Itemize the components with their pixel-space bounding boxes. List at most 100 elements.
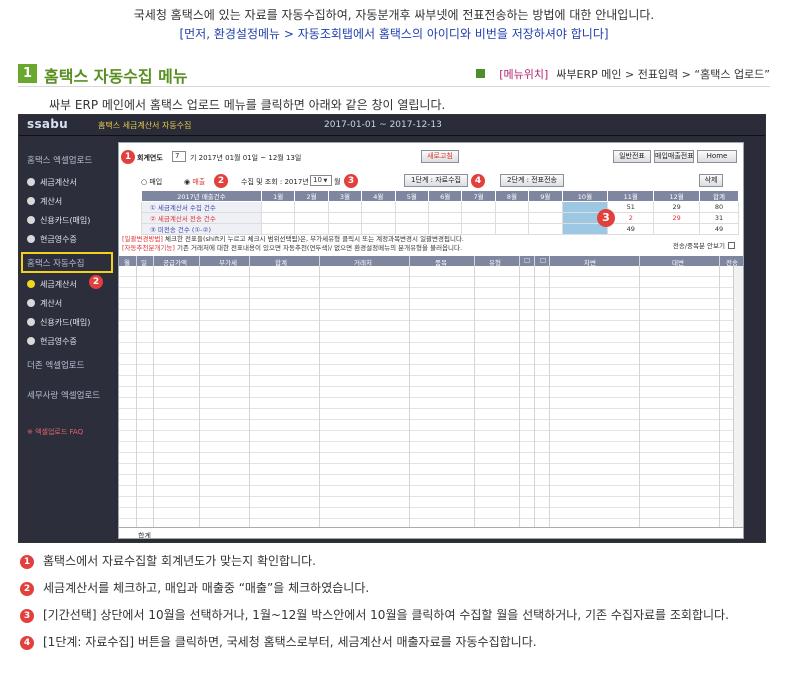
summary-cell[interactable] — [394, 223, 429, 235]
summary-cell[interactable] — [528, 201, 563, 213]
sidebar-faq-link[interactable]: ※ 엑셀업로드 FAQ — [27, 427, 83, 437]
grid-header-checkbox-icon[interactable]: ☐ — [524, 257, 530, 265]
data-grid[interactable] — [119, 266, 743, 527]
sidebar-item-excel-invoice[interactable]: 계산서 — [27, 196, 62, 207]
month-header[interactable]: 8월 — [494, 190, 530, 202]
vertical-scrollbar[interactable] — [733, 266, 743, 527]
month-header: 합계 — [699, 190, 739, 202]
checkbox-icon[interactable] — [728, 242, 735, 249]
summary-cell[interactable] — [327, 201, 363, 213]
summary-cell[interactable] — [653, 223, 700, 235]
grid-divider — [549, 256, 550, 527]
summary-cell[interactable] — [361, 212, 396, 224]
month-header[interactable]: 4월 — [361, 190, 396, 202]
summary-cell[interactable] — [260, 201, 296, 213]
general-voucher-button[interactable]: 일반전표 — [613, 150, 651, 163]
summary-cell[interactable] — [327, 212, 363, 224]
month-header[interactable]: 12월 — [653, 190, 700, 202]
summary-cell[interactable]: 49 — [607, 223, 655, 235]
month-header[interactable]: 10월 — [561, 190, 609, 202]
sidebar-item-auto-cash-receipt[interactable]: 현금영수증 — [27, 336, 77, 347]
summary-cell[interactable] — [294, 223, 329, 235]
purchase-sales-voucher-button[interactable]: 매입매출전표 — [654, 150, 694, 163]
month-header[interactable]: 6월 — [427, 190, 463, 202]
app-period: 2017-01-01 ~ 2017-12-13 — [324, 120, 442, 130]
app-topbar: ssabu 홈택스 세금계산서 자동수집 2017-01-01 ~ 2017-1… — [19, 115, 765, 136]
summary-cell[interactable] — [461, 223, 496, 235]
summary-cell[interactable]: 51 — [607, 201, 655, 213]
summary-cell[interactable] — [494, 223, 530, 235]
radio-dot-icon — [27, 280, 35, 288]
home-button[interactable]: Home — [697, 150, 737, 163]
month-header[interactable]: 9월 — [528, 190, 563, 202]
sidebar-group-excel-upload[interactable]: 홈택스 엑셀업로드 — [27, 154, 92, 166]
step2-transfer-button[interactable]: 2단계 : 전표전송 — [500, 174, 564, 187]
summary-cell[interactable] — [461, 201, 496, 213]
summary-cell[interactable] — [294, 201, 329, 213]
radio-dot-icon — [27, 337, 35, 345]
month-header[interactable]: 7월 — [461, 190, 496, 202]
summary-cell[interactable] — [528, 212, 563, 224]
refresh-button[interactable]: 새로고침 — [421, 150, 459, 163]
grid-divider — [199, 256, 200, 527]
radio-sales[interactable]: ◉ 매출 — [184, 177, 205, 187]
delete-button[interactable]: 삭제 — [699, 174, 723, 187]
grid-divider — [534, 256, 535, 527]
radio-dot-icon — [27, 216, 35, 224]
summary-cell[interactable] — [427, 212, 463, 224]
section-description: 싸부 ERP 메인에서 홈택스 업로드 메뉴를 클릭하면 아래와 같은 창이 열… — [49, 98, 446, 112]
sidebar-item-excel-credit-card[interactable]: 신용카드(매입) — [27, 215, 90, 226]
sidebar-item-excel-cash-receipt[interactable]: 현금영수증 — [27, 234, 77, 245]
month-header[interactable]: 3월 — [327, 190, 363, 202]
sidebar-item-auto-credit-card[interactable]: 신용카드(매입) — [27, 317, 90, 328]
summary-cell[interactable] — [260, 223, 296, 235]
hide-transferred-toggle[interactable]: 전송/중복분 안보기 — [673, 240, 735, 250]
sidebar-item-auto-invoice[interactable]: 계산서 — [27, 298, 62, 309]
summary-cell[interactable] — [528, 223, 563, 235]
step-item: 4 [1단계: 자료수집] 버튼을 클릭하면, 국세청 홈택스로부터, 세금계산서… — [20, 633, 537, 650]
grid-divider — [249, 256, 250, 527]
month-header[interactable]: 11월 — [607, 190, 655, 202]
summary-header-row: 2017년 매출건수 1월 2월 3월 4월 5월 6월 7월 8월 9월 10… — [141, 190, 739, 202]
month-header[interactable]: 1월 — [260, 190, 296, 202]
summary-cell[interactable] — [361, 201, 396, 213]
month-select[interactable]: 10 ▼ — [310, 175, 332, 186]
sidebar-group-semusarang[interactable]: 세무사랑 엑셀업로드 — [27, 389, 100, 401]
intro-line-2: [먼저, 환경설정메뉴 > 자동조회탭에서 홈택스의 아이디와 비번을 저장하셔… — [179, 27, 609, 41]
sidebar-item-auto-tax-invoice[interactable]: 세금계산서 — [27, 279, 77, 290]
summary-cell[interactable]: 29 — [653, 212, 700, 224]
fiscal-period-input[interactable]: 7 — [172, 151, 186, 162]
summary-cell[interactable] — [361, 223, 396, 235]
note-text: 기존 거래처에 대한 전표내용이 있으면 자동추천(연두색)/ 없으면 환경설정… — [174, 244, 463, 252]
grid-header-checkbox-icon[interactable]: ☐ — [540, 257, 546, 265]
summary-cell[interactable] — [294, 212, 329, 224]
summary-cell[interactable]: 29 — [653, 201, 700, 213]
summary-cell[interactable] — [494, 212, 530, 224]
grid-header: 월 일 공급가액 부가세 합계 거래처 품목 유형 ☐ ☐ 차변 대변 전송 — [119, 256, 743, 267]
notes: [일괄변경방법] 체크한 전표들(shift키 누르고 체크시 범위선택됨)은,… — [122, 235, 464, 253]
step1-collect-button[interactable]: 1단계 : 자료수집 — [404, 174, 468, 187]
summary-cell[interactable] — [394, 201, 429, 213]
month-header[interactable]: 5월 — [394, 190, 429, 202]
grid-divider — [519, 256, 520, 527]
month-header[interactable]: 2월 — [294, 190, 329, 202]
sidebar-item-label: 계산서 — [40, 299, 63, 308]
summary-table: 2017년 매출건수 1월 2월 3월 4월 5월 6월 7월 8월 9월 10… — [141, 190, 739, 235]
summary-cell[interactable] — [260, 212, 296, 224]
radio-dot-icon — [27, 235, 35, 243]
summary-cell[interactable] — [427, 201, 463, 213]
summary-cell[interactable] — [394, 212, 429, 224]
summary-cell[interactable] — [327, 223, 363, 235]
sidebar-group-douzone[interactable]: 더존 엑셀업로드 — [27, 359, 84, 371]
summary-row-label: ② 세금계산서 전송 건수 — [141, 212, 262, 224]
sidebar-item-excel-tax-invoice[interactable]: 세금계산서 — [27, 177, 77, 188]
summary-cell[interactable] — [427, 223, 463, 235]
sidebar-group-auto-collect[interactable]: 홈택스 자동수집 — [27, 257, 84, 269]
callout-1: 1 — [121, 150, 135, 164]
radio-dot-icon — [27, 197, 35, 205]
summary-cell[interactable] — [494, 201, 530, 213]
app-logo[interactable]: ssabu — [27, 117, 68, 131]
radio-purchase[interactable]: ○ 매입 — [141, 177, 162, 187]
summary-cell[interactable] — [461, 212, 496, 224]
callout-4: 4 — [471, 174, 485, 188]
